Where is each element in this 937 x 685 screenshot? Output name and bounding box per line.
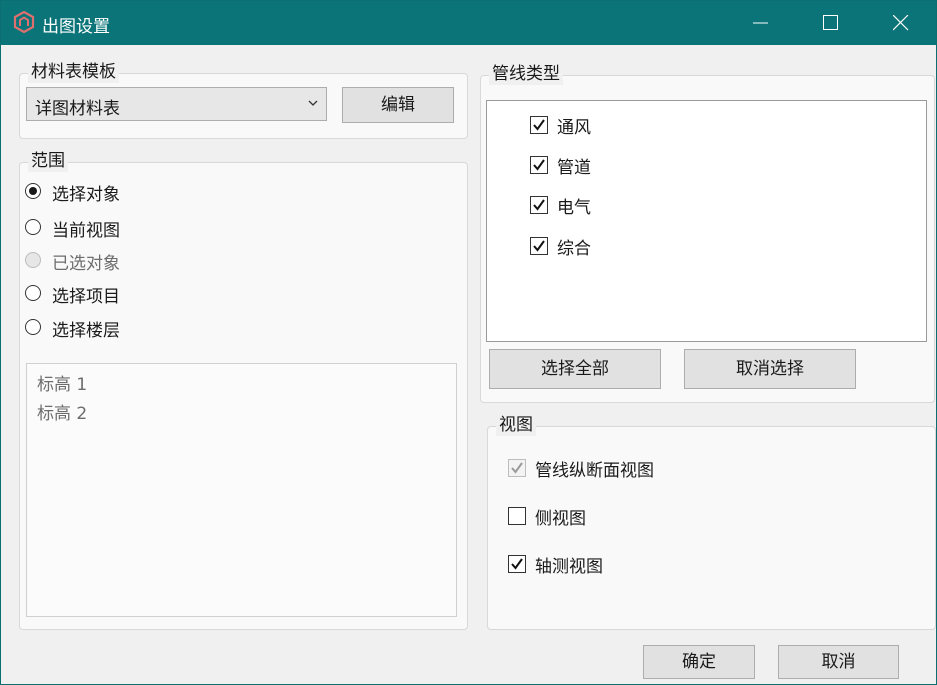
ok-button[interactable]: 确定 [643, 645, 755, 679]
levels-listbox[interactable]: 标高 1 标高 2 [26, 363, 457, 617]
cancel-button[interactable]: 取消 [778, 645, 899, 679]
radio-label: 选择对象 [52, 185, 120, 205]
close-button[interactable] [866, 1, 936, 45]
maximize-button[interactable] [796, 1, 866, 45]
scope-legend: 范围 [28, 150, 68, 172]
dialog-window: 出图设置 材料表模板 详图材料表 编辑 范围 选择对象 当前视图 已选对象 选择… [0, 0, 937, 685]
checkbox-label: 综合 [557, 239, 591, 259]
minimize-button[interactable] [726, 1, 796, 45]
deselect-button[interactable]: 取消选择 [684, 349, 856, 389]
checkbox[interactable] [508, 555, 526, 573]
minimize-icon [753, 22, 768, 24]
radio-label: 已选对象 [52, 254, 120, 274]
radio-label: 选择项目 [52, 287, 120, 307]
close-icon [893, 15, 909, 31]
checkbox[interactable] [508, 507, 526, 525]
checkbox-label: 通风 [557, 118, 591, 138]
radio-button[interactable] [25, 319, 41, 335]
edit-button[interactable]: 编辑 [342, 87, 454, 123]
checkbox [508, 459, 526, 477]
material-template-dropdown[interactable]: 详图材料表 [26, 87, 327, 121]
checkmark-icon [511, 462, 523, 474]
pipe-types-checklist[interactable]: 通风 管道 电气 综合 [486, 100, 927, 342]
material-template-legend: 材料表模板 [28, 61, 119, 83]
select-all-button[interactable]: 选择全部 [489, 349, 661, 389]
checkbox[interactable] [530, 116, 548, 134]
window-title: 出图设置 [42, 17, 110, 37]
checkmark-icon [533, 240, 545, 252]
radio-button[interactable] [25, 219, 41, 235]
checkmark-icon [533, 119, 545, 131]
checkbox[interactable] [530, 196, 548, 214]
radio-label: 当前视图 [52, 221, 120, 241]
title-bar[interactable]: 出图设置 [1, 1, 936, 45]
radio-button [25, 252, 41, 268]
pipe-types-legend: 管线类型 [489, 63, 563, 85]
list-item[interactable]: 标高 1 [37, 370, 87, 395]
checkbox-label: 侧视图 [535, 509, 586, 529]
list-item[interactable]: 标高 2 [37, 399, 87, 424]
checkmark-icon [511, 558, 523, 570]
radio-button[interactable] [25, 285, 41, 301]
radio-label: 选择楼层 [52, 321, 120, 341]
checkbox-label: 管线纵断面视图 [535, 461, 654, 481]
app-logo-icon [13, 11, 35, 33]
maximize-icon [823, 15, 838, 30]
checkbox-label: 管道 [557, 158, 591, 178]
radio-button[interactable] [25, 183, 41, 199]
checkmark-icon [533, 159, 545, 171]
checkmark-icon [533, 199, 545, 211]
checkbox-label: 电气 [557, 198, 591, 218]
checkbox[interactable] [530, 237, 548, 255]
material-template-value: 详图材料表 [35, 99, 120, 119]
checkbox-label: 轴测视图 [535, 557, 603, 577]
views-legend: 视图 [496, 414, 536, 436]
chevron-down-icon [308, 100, 318, 106]
checkbox[interactable] [530, 156, 548, 174]
